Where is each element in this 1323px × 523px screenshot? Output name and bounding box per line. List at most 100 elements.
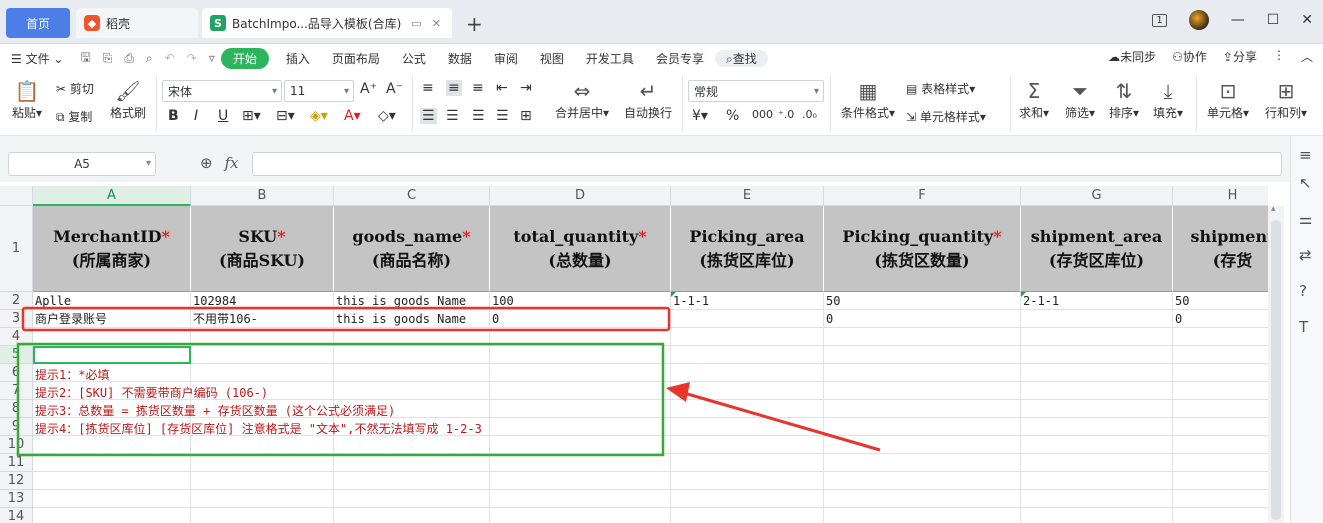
row-header[interactable]: 5 [0,346,33,364]
grid-cell[interactable] [671,454,824,472]
format-painter-button[interactable]: 🖌 格式刷 [108,78,148,121]
grid-cell[interactable] [191,364,334,382]
grid-cell[interactable] [824,382,1021,400]
align-bottom-icon[interactable]: ≡ [472,80,484,96]
avatar[interactable] [1188,10,1209,30]
header-cell[interactable]: Picking_quantity* (拣货区数量) [824,206,1021,292]
clear-icon[interactable]: ◇▾ [378,108,396,124]
grid-cell[interactable] [1021,382,1173,400]
select-all-corner[interactable] [0,186,33,206]
percent-icon[interactable]: % [726,108,739,124]
grid-cell[interactable] [824,364,1021,382]
grid-cell[interactable] [1021,418,1173,436]
font-color-icon[interactable]: A▾ [344,108,361,124]
grid-cell[interactable] [824,472,1021,490]
grid-cell[interactable] [490,364,671,382]
menu-developer[interactable]: 开发工具 [575,50,645,67]
bold-icon[interactable]: B [168,108,179,124]
grid-cell[interactable] [334,436,490,454]
grid-cell[interactable]: 2-1-1 [1021,292,1173,310]
align-center-icon[interactable]: ☰ [446,108,459,124]
row-header[interactable]: 4 [0,328,33,346]
grid-cell[interactable]: Aplle [33,292,191,310]
grid-cell[interactable] [334,328,490,346]
header-cell[interactable]: Picking_area (拣货区库位) [671,206,824,292]
window-float-icon[interactable]: ▭ [411,17,421,30]
column-header[interactable]: E [671,186,824,206]
grid-cell[interactable] [33,454,191,472]
header-cell[interactable]: shipment_area (存货区库位) [1021,206,1173,292]
grid-cell[interactable] [191,472,334,490]
grid-cell[interactable] [1021,346,1173,364]
currency-icon[interactable]: ¥▾ [692,108,708,124]
fill-button[interactable]: ⤓ 填充▾ [1150,78,1186,121]
collab-button[interactable]: ⚇协作 [1172,48,1207,65]
font-name-select[interactable]: 宋体 [162,80,282,102]
distribute-icon[interactable]: ⊞ [520,108,532,124]
grid-cell[interactable] [334,346,490,364]
grid-cell[interactable] [490,346,671,364]
row-header[interactable]: 7 [0,382,33,400]
font-shrink-icon[interactable]: A⁻ [386,81,403,97]
grid-cell[interactable] [1173,490,1268,508]
font-size-select[interactable]: 11 [284,80,354,102]
redo-icon[interactable]: ↷ [181,51,203,65]
grid-cell[interactable] [1173,400,1268,418]
copy-button[interactable]: ⧉ 复制 [56,108,92,125]
export-icon[interactable]: ⎘ [97,51,119,66]
header-cell[interactable]: SKU* (商品SKU) [191,206,334,292]
row-header[interactable]: 9 [0,418,33,436]
grid-cell[interactable] [671,310,824,328]
grid-cell[interactable] [33,328,191,346]
cell-style-button[interactable]: ⇲ 单元格样式▾ [906,108,986,125]
window-count-badge[interactable]: 1 [1152,13,1167,27]
scrollbar-thumb[interactable] [1271,220,1281,520]
row-header[interactable]: 3 [0,310,33,328]
grid-cell[interactable] [490,382,671,400]
grid-cell[interactable] [671,418,824,436]
menu-start[interactable]: 开始 [220,47,269,69]
grid-cell[interactable] [1021,400,1173,418]
grid-cell[interactable] [490,418,671,436]
grid-cell[interactable]: 0 [1173,310,1268,328]
align-middle-icon[interactable]: ≡ [446,80,462,96]
row-header[interactable]: 14 [0,508,33,523]
grid-cell[interactable] [191,454,334,472]
grid-cell[interactable] [191,328,334,346]
grid-cell[interactable] [1173,346,1268,364]
share-button[interactable]: ⇪分享 [1223,48,1257,65]
column-header[interactable]: A [33,186,191,206]
sum-button[interactable]: Σ 求和▾ [1016,78,1052,121]
grid-cell[interactable] [33,508,191,523]
grid-cell[interactable] [1173,418,1268,436]
grid-cell[interactable] [1021,472,1173,490]
fill-color-icon[interactable]: ◈▾ [310,108,328,124]
table-style-button[interactable]: ▤ 表格样式▾ [906,80,975,97]
align-right-icon[interactable]: ☰ [472,108,485,124]
more-icon[interactable]: ⋮ [1273,48,1285,65]
minimize-icon[interactable]: — [1231,12,1245,28]
active-cell-a5[interactable] [33,346,191,364]
row-header[interactable]: 13 [0,490,33,508]
name-box[interactable]: A5 [8,152,156,176]
save-icon[interactable]: 🖫 [74,48,96,69]
row-header[interactable]: 12 [0,472,33,490]
tab-active-document[interactable]: S BatchImpo...品导入模板(合库) ▭ ✕ [202,8,452,38]
border-icon[interactable]: ⊞▾ [242,108,261,124]
grid-cell[interactable] [1021,508,1173,523]
grid-cell[interactable] [824,436,1021,454]
grid-cell[interactable] [671,346,824,364]
row-header[interactable]: 10 [0,436,33,454]
grid-cell[interactable]: 商户登录账号 [33,310,191,328]
text-icon[interactable]: T [1299,318,1308,336]
grid-cell[interactable] [490,508,671,523]
grid-cell[interactable] [824,508,1021,523]
column-header[interactable]: H [1173,186,1268,206]
row-header[interactable]: 6 [0,364,33,382]
vertical-scrollbar[interactable]: ▴ [1268,204,1284,523]
spreadsheet-grid[interactable]: A B C D E F G H 1 2 3 4 5 6 7 8 9 10 11 12 13 14 MerchantID* (所… [0,182,1268,523]
grid-cell[interactable] [1021,490,1173,508]
column-header[interactable]: C [334,186,490,206]
grid-cell[interactable]: 102984 [191,292,334,310]
paste-button[interactable]: 📋 粘贴▾ [10,78,44,121]
